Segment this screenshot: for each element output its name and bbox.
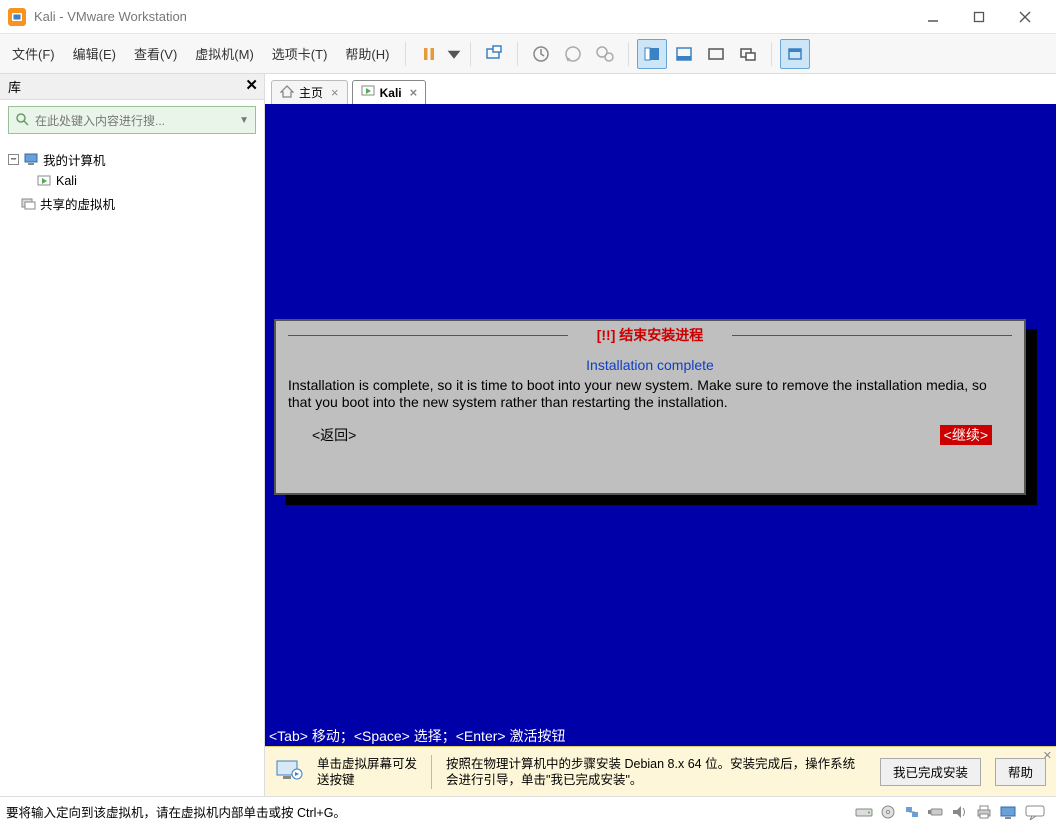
status-icons [854,803,1050,821]
sound-icon[interactable] [950,803,970,821]
hdd-icon[interactable] [854,803,874,821]
sidebar-title: 库 [8,77,21,96]
fullscreen-button[interactable] [701,39,731,69]
installer-title: [!!] 结束安装进程 [288,327,1012,343]
message-icon[interactable] [1022,803,1050,821]
info-hint-install: 按照在物理计算机中的步骤安装 Debian 8.x 64 位。安装完成后，操作系… [446,756,866,788]
unity-button[interactable] [733,39,763,69]
done-install-button[interactable]: 我已完成安装 [880,758,981,786]
installer-dialog: [!!] 结束安装进程 Installation complete Instal… [274,319,1026,495]
library-tree: − 我的计算机 Kali 共享的虚拟机 [0,140,264,222]
snapshot-button[interactable] [526,39,556,69]
window-title: Kali - VMware Workstation [34,9,187,24]
vm-icon [361,84,375,101]
menu-help[interactable]: 帮助(H) [337,40,397,67]
tab-close-icon[interactable]: × [331,85,339,100]
main-content: 主页 × Kali × [!!] 结束安装进程 Installation com… [265,74,1056,796]
status-bar: 要将输入定向到该虚拟机，请在虚拟机内部单击或按 Ctrl+G。 [0,796,1056,826]
tab-home[interactable]: 主页 × [271,80,348,104]
monitor-icon [275,758,303,785]
tree-shared-vms[interactable]: 共享的虚拟机 [8,192,256,214]
stretch-button[interactable] [780,39,810,69]
vm-screen[interactable]: [!!] 结束安装进程 Installation complete Instal… [265,104,1056,746]
info-close-button[interactable]: ✕ [1043,749,1052,762]
close-button[interactable] [1002,0,1048,34]
printer-icon[interactable] [974,803,994,821]
status-text: 要将输入定向到该虚拟机，请在虚拟机内部单击或按 Ctrl+G。 [6,802,346,821]
menu-edit[interactable]: 编辑(E) [65,40,124,67]
computer-icon [23,151,39,167]
installer-body: Installation is complete, so it is time … [288,377,1012,411]
sidebar: 库 ✕ 在此处键入内容进行搜... ▼ − 我的计算机 Kali 共享的虚拟机 [0,74,265,796]
menu-view[interactable]: 查看(V) [126,40,185,67]
vm-icon [36,173,52,189]
search-input[interactable]: 在此处键入内容进行搜... ▼ [8,106,256,134]
tab-label: 主页 [299,84,323,101]
installer-continue-button[interactable]: <继续> [940,425,992,445]
tab-close-icon[interactable]: × [410,85,418,100]
tree-my-computer[interactable]: − 我的计算机 [8,148,256,170]
tree-label: Kali [56,174,77,188]
app-icon [8,8,26,26]
cd-icon[interactable] [878,803,898,821]
info-hint-input: 单击虚拟屏幕可发送按键 [317,756,417,788]
collapse-icon[interactable]: − [8,154,19,165]
vm-footer-hint: <Tab> 移动；<Space> 选择；<Enter> 激活按钮 [265,726,1056,746]
pause-button[interactable] [414,39,444,69]
shared-icon [20,195,36,211]
tree-kali[interactable]: Kali [8,170,256,192]
sidebar-header: 库 ✕ [0,74,264,100]
menu-vm[interactable]: 虚拟机(M) [187,40,262,67]
help-button[interactable]: 帮助 [995,758,1046,786]
tab-kali[interactable]: Kali × [352,80,427,104]
sidebar-close-button[interactable]: ✕ [245,76,258,94]
send-ctrl-alt-del-button[interactable] [479,39,509,69]
search-dropdown-icon[interactable]: ▼ [239,115,249,126]
tab-label: Kali [380,86,402,100]
search-icon [15,112,29,129]
manage-snapshot-button[interactable] [590,39,620,69]
home-icon [280,84,294,101]
console-view-button[interactable] [637,39,667,69]
revert-snapshot-button[interactable] [558,39,588,69]
installer-back-button[interactable]: <返回> [308,425,360,445]
thumbnail-view-button[interactable] [669,39,699,69]
search-placeholder: 在此处键入内容进行搜... [35,112,165,129]
tree-label: 我的计算机 [43,150,106,169]
menu-tabs[interactable]: 选项卡(T) [264,40,336,67]
menubar: 文件(F) 编辑(E) 查看(V) 虚拟机(M) 选项卡(T) 帮助(H) [0,34,1056,74]
pause-dropdown[interactable] [446,39,462,69]
tab-bar: 主页 × Kali × [265,74,1056,104]
display-icon[interactable] [998,803,1018,821]
network-icon[interactable] [902,803,922,821]
info-strip: 单击虚拟屏幕可发送按键 按照在物理计算机中的步骤安装 Debian 8.x 64… [265,746,1056,796]
titlebar: Kali - VMware Workstation [0,0,1056,34]
usb-icon[interactable] [926,803,946,821]
maximize-button[interactable] [956,0,1002,34]
tree-label: 共享的虚拟机 [40,194,115,213]
installer-subtitle: Installation complete [288,357,1012,373]
minimize-button[interactable] [910,0,956,34]
menu-file[interactable]: 文件(F) [4,40,63,67]
